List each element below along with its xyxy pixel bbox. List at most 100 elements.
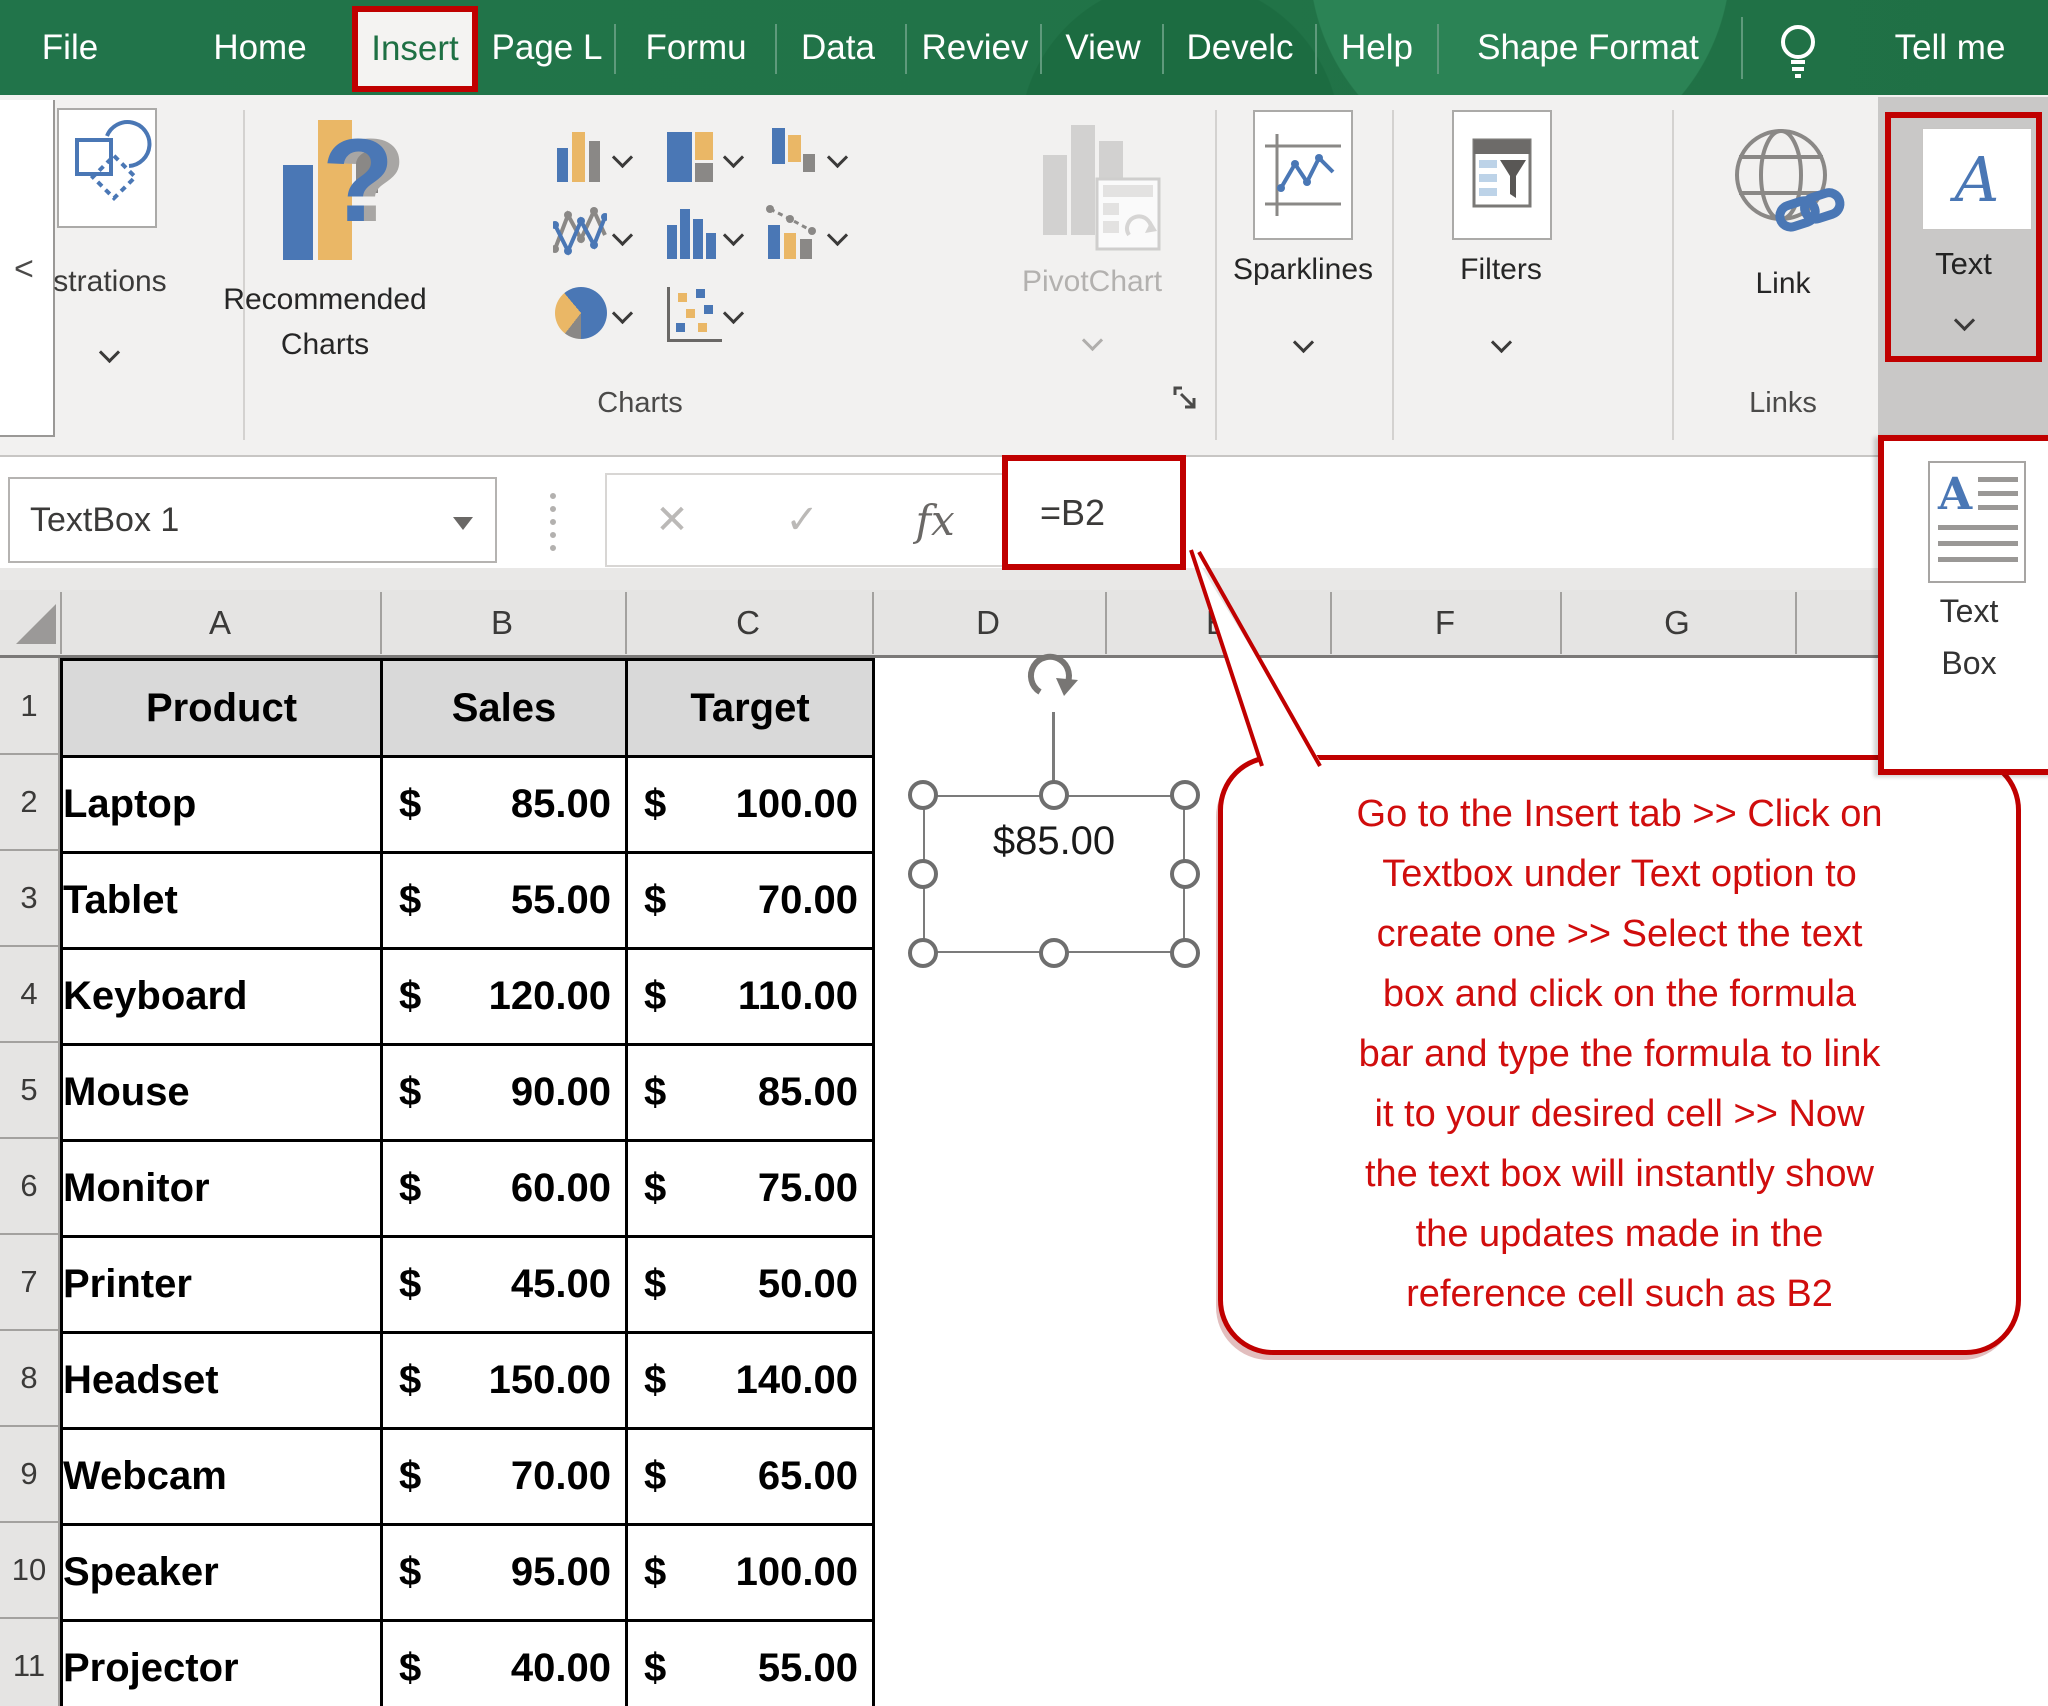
row-header-3[interactable]: 3 bbox=[0, 851, 58, 947]
resize-handle[interactable] bbox=[908, 780, 938, 810]
sparklines-button[interactable] bbox=[1253, 110, 1353, 240]
chevron-down-icon[interactable] bbox=[723, 147, 744, 168]
chevron-down-icon[interactable] bbox=[723, 225, 744, 246]
header-sales[interactable]: Sales bbox=[382, 660, 627, 757]
resize-handle[interactable] bbox=[1039, 780, 1069, 810]
insert-function-icon[interactable]: fx bbox=[915, 496, 954, 545]
chevron-down-icon[interactable] bbox=[1491, 332, 1512, 353]
lightbulb-icon bbox=[1775, 20, 1821, 78]
chevron-left-icon[interactable]: < bbox=[14, 250, 34, 289]
column-chart-button[interactable] bbox=[557, 132, 603, 182]
line-chart-button[interactable] bbox=[553, 207, 607, 261]
tab-help[interactable]: Help bbox=[1341, 0, 1413, 95]
header-product[interactable]: Product bbox=[62, 660, 382, 757]
recommended-charts-label[interactable]: Recommended bbox=[223, 283, 426, 317]
tab-data[interactable]: Data bbox=[801, 0, 875, 95]
text-box-item-label[interactable]: Box bbox=[1884, 645, 2048, 682]
histogram-chart-button[interactable] bbox=[667, 207, 717, 259]
sparklines-label[interactable]: Sparklines bbox=[1233, 253, 1373, 287]
column-header-g[interactable]: G bbox=[1664, 590, 1690, 655]
formula-bar-resizer[interactable] bbox=[550, 493, 556, 551]
ribbon-insert-panel: < strations ? Recommended Charts bbox=[0, 95, 2048, 457]
linked-textbox-value: $85.00 bbox=[993, 819, 1115, 951]
link-button[interactable] bbox=[1715, 113, 1855, 263]
enter-icon[interactable]: ✓ bbox=[785, 497, 819, 543]
recommended-charts-button[interactable]: ? bbox=[260, 105, 410, 365]
tab-view[interactable]: View bbox=[1065, 0, 1140, 95]
row-header-6[interactable]: 6 bbox=[0, 1139, 58, 1235]
scatter-chart-button[interactable] bbox=[667, 287, 722, 342]
name-box[interactable]: TextBox 1 bbox=[8, 477, 497, 563]
tab-divider bbox=[905, 24, 907, 74]
name-box-dropdown-icon[interactable] bbox=[453, 517, 473, 530]
row-header-7[interactable]: 7 bbox=[0, 1235, 58, 1331]
row-header-1[interactable]: 1 bbox=[0, 658, 58, 755]
row-header-2[interactable]: 2 bbox=[0, 755, 58, 851]
resize-handle[interactable] bbox=[1170, 859, 1200, 889]
group-divider bbox=[1392, 110, 1394, 440]
row-header-5[interactable]: 5 bbox=[0, 1043, 58, 1139]
chevron-down-icon[interactable] bbox=[723, 303, 744, 324]
ribbon-tab-bar: File Home Insert Page L Formu Data Revie… bbox=[0, 0, 2048, 95]
column-header-b[interactable]: B bbox=[491, 590, 513, 655]
tab-review[interactable]: Reviev bbox=[922, 0, 1029, 95]
tab-page-layout[interactable]: Page L bbox=[492, 0, 603, 95]
chevron-down-icon[interactable] bbox=[612, 303, 633, 324]
formula-input[interactable]: =B2 bbox=[1002, 455, 1186, 570]
header-target[interactable]: Target bbox=[627, 660, 874, 757]
row-header-10[interactable]: 10 bbox=[0, 1523, 58, 1619]
filter-icon bbox=[1454, 112, 1550, 238]
callout-line: Go to the Insert tab >> Click on bbox=[1233, 784, 2006, 844]
resize-handle[interactable] bbox=[1170, 938, 1200, 968]
tab-developer[interactable]: Develc bbox=[1187, 0, 1294, 95]
filters-button[interactable] bbox=[1452, 110, 1552, 240]
resize-handle[interactable] bbox=[1170, 780, 1200, 810]
tab-home[interactable]: Home bbox=[213, 0, 306, 95]
tab-file[interactable]: File bbox=[42, 0, 98, 95]
resize-handle[interactable] bbox=[908, 859, 938, 889]
chevron-down-icon[interactable] bbox=[827, 225, 848, 246]
shapes-button[interactable] bbox=[57, 108, 157, 228]
row-header-8[interactable]: 8 bbox=[0, 1331, 58, 1427]
illustrations-group-label[interactable]: strations bbox=[53, 265, 166, 299]
tab-formulas[interactable]: Formu bbox=[645, 0, 746, 95]
row-headers: 1 2 3 4 5 6 7 8 9 10 11 bbox=[0, 658, 60, 1706]
cancel-icon[interactable]: ✕ bbox=[655, 497, 689, 543]
column-header-c[interactable]: C bbox=[736, 590, 760, 655]
table-row: Webcam $70.00 $65.00 bbox=[62, 1429, 874, 1525]
pie-chart-button[interactable] bbox=[555, 287, 607, 339]
rotate-handle-icon[interactable] bbox=[1022, 648, 1086, 704]
treemap-chart-button[interactable] bbox=[667, 132, 713, 182]
resize-handle[interactable] bbox=[1039, 938, 1069, 968]
chevron-down-icon[interactable] bbox=[1293, 332, 1314, 353]
pivotchart-button[interactable] bbox=[1043, 125, 1193, 255]
table-row: Tablet $55.00 $70.00 bbox=[62, 853, 874, 949]
waterfall-chart-button[interactable] bbox=[770, 128, 816, 180]
column-header-d[interactable]: D bbox=[976, 590, 1000, 655]
group-divider bbox=[1215, 110, 1217, 440]
column-header-e[interactable]: E bbox=[1206, 590, 1228, 655]
resize-handle[interactable] bbox=[908, 938, 938, 968]
text-box-menu-item[interactable]: A bbox=[1928, 461, 2026, 583]
column-header-f[interactable]: F bbox=[1435, 590, 1455, 655]
link-label[interactable]: Link bbox=[1755, 267, 1810, 301]
tab-insert[interactable]: Insert bbox=[352, 6, 478, 92]
row-header-4[interactable]: 4 bbox=[0, 947, 58, 1043]
row-header-9[interactable]: 9 bbox=[0, 1427, 58, 1523]
formula-bar: TextBox 1 ✕ ✓ fx =B2 bbox=[0, 457, 2048, 568]
charts-dialog-launcher-icon[interactable] bbox=[1172, 385, 1202, 415]
chevron-down-icon[interactable] bbox=[827, 147, 848, 168]
linked-textbox-shape[interactable]: $85.00 bbox=[923, 795, 1185, 953]
chevron-down-icon[interactable] bbox=[612, 225, 633, 246]
column-header-a[interactable]: A bbox=[209, 590, 231, 655]
tell-me-search[interactable]: Tell me bbox=[1895, 0, 2006, 95]
tab-shape-format[interactable]: Shape Format bbox=[1477, 0, 1699, 95]
text-box-item-label[interactable]: Text bbox=[1884, 593, 2048, 630]
row-header-11[interactable]: 11 bbox=[0, 1619, 58, 1706]
text-button[interactable]: A Text bbox=[1885, 112, 2042, 362]
filters-label[interactable]: Filters bbox=[1460, 253, 1542, 287]
select-all-icon[interactable] bbox=[16, 604, 56, 644]
chevron-down-icon[interactable] bbox=[99, 342, 120, 363]
chevron-down-icon[interactable] bbox=[612, 147, 633, 168]
combo-chart-button[interactable] bbox=[766, 203, 822, 261]
